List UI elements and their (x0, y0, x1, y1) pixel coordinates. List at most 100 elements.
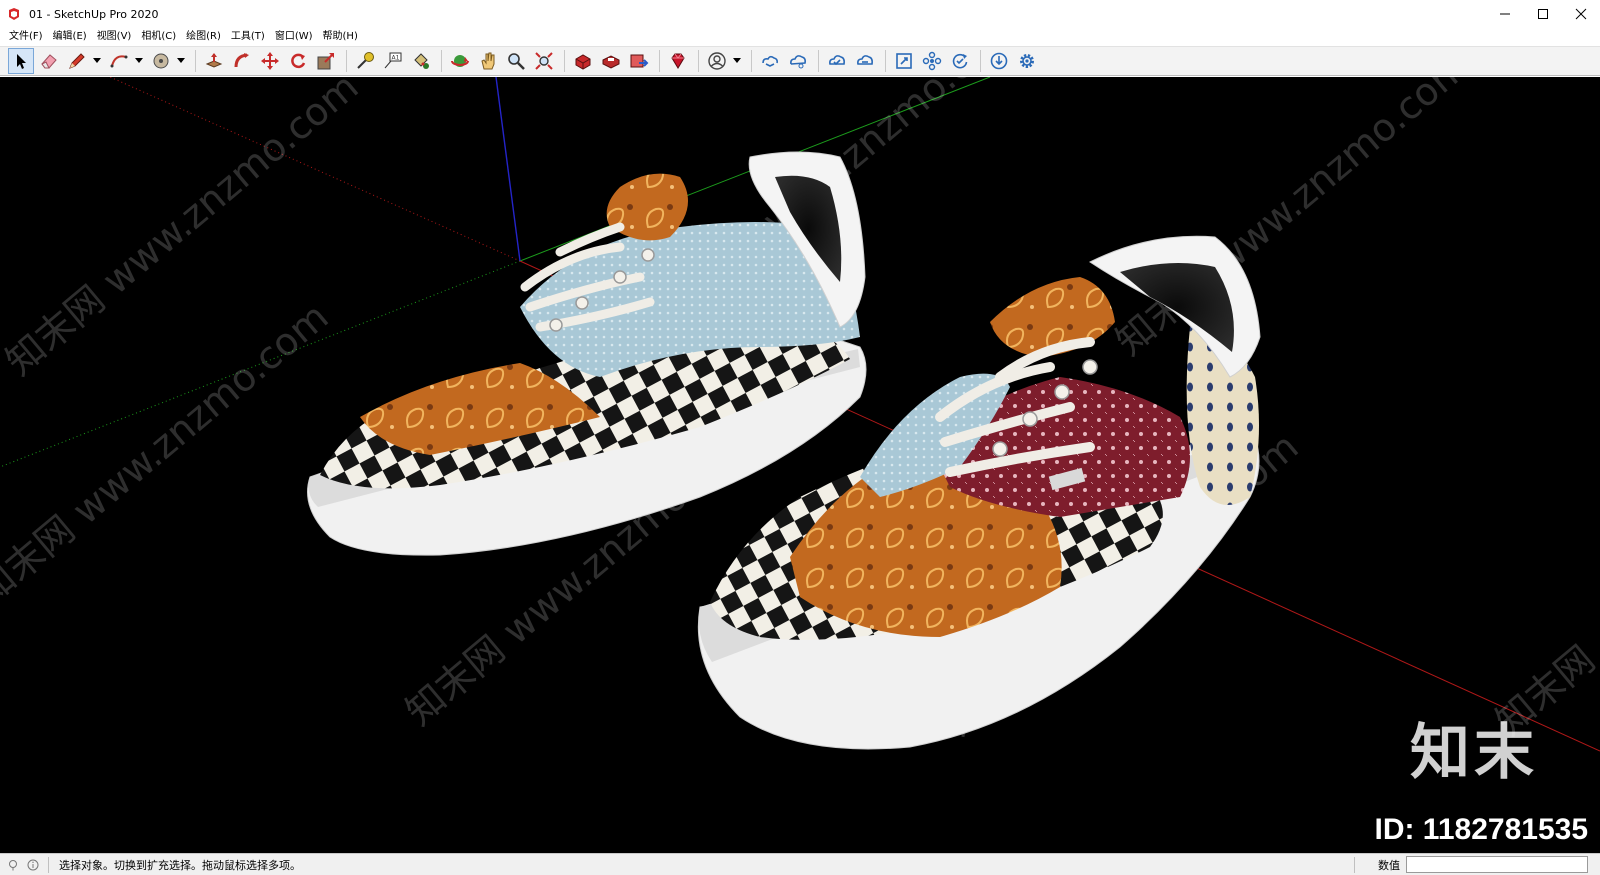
menu-edit[interactable]: 编辑(E) (48, 28, 92, 46)
import-button[interactable] (986, 48, 1012, 74)
status-bar: 选择对象。切换到扩充选择。拖动鼠标选择多项。 数值 (0, 853, 1600, 875)
eraser-tool-button[interactable] (36, 48, 62, 74)
arc-tool-dropdown[interactable] (134, 48, 144, 74)
window-title: 01 - SketchUp Pro 2020 (29, 7, 159, 21)
paint-bucket-icon (414, 53, 429, 69)
menu-view[interactable]: 视图(V) (92, 28, 137, 46)
toolbar-divider (698, 50, 699, 72)
zoom-extents-tool-button[interactable] (531, 48, 557, 74)
pencil-line-icon (69, 53, 85, 69)
main-toolbar: A1 (0, 46, 1600, 76)
rotate-icon (291, 53, 306, 69)
pan-hand-icon (481, 52, 495, 70)
model-viewport[interactable]: 知末网 www.znzmo.com 知末网 www.znzmo.com 知末网 … (0, 77, 1600, 853)
chevron-down-icon (177, 58, 185, 63)
3d-warehouse-icon (575, 54, 591, 70)
pan-tool-button[interactable] (475, 48, 501, 74)
frame-button[interactable] (891, 48, 917, 74)
arc-tool-button[interactable] (106, 48, 132, 74)
zoom-icon (508, 53, 525, 70)
move-tool-button[interactable] (257, 48, 283, 74)
rotate-tool-button[interactable] (285, 48, 311, 74)
toolbar-divider (818, 50, 819, 72)
settings-gear-icon (1020, 54, 1034, 68)
measurements-input[interactable] (1406, 856, 1588, 873)
line-tool-button[interactable] (64, 48, 90, 74)
close-icon (1575, 8, 1587, 20)
cloud-share-button[interactable] (785, 48, 811, 74)
account-button[interactable] (704, 48, 730, 74)
extension-warehouse-button[interactable] (598, 48, 624, 74)
components-button[interactable] (919, 48, 945, 74)
menu-window[interactable]: 窗口(W) (270, 28, 318, 46)
refresh-button[interactable] (947, 48, 973, 74)
toolbar-divider (346, 50, 347, 72)
line-tool-dropdown[interactable] (92, 48, 102, 74)
ruby-console-button[interactable] (665, 48, 691, 74)
menu-help[interactable]: 帮助(H) (318, 28, 363, 46)
info-icon (27, 859, 39, 870)
cloud-download-icon (857, 55, 873, 65)
select-tool-button[interactable] (8, 48, 34, 74)
cloud-upload-button[interactable] (824, 48, 850, 74)
credits-status[interactable] (26, 858, 40, 872)
shape-tool-button[interactable] (148, 48, 174, 74)
chevron-down-icon (135, 58, 143, 63)
toolbar-divider (195, 50, 196, 72)
menu-draw[interactable]: 绘图(R) (181, 28, 226, 46)
cloud-share-icon (790, 55, 806, 69)
text-label-icon: A1 (384, 52, 402, 69)
menu-file[interactable]: 文件(F) (4, 28, 48, 46)
shape-tool-dropdown[interactable] (176, 48, 186, 74)
toolbar-divider (659, 50, 660, 72)
components-icon (922, 51, 942, 71)
chevron-down-icon (93, 58, 101, 63)
menu-camera[interactable]: 相机(C) (136, 28, 181, 46)
status-divider (48, 856, 49, 873)
paint-bucket-tool-button[interactable] (408, 48, 434, 74)
move-icon (261, 52, 279, 70)
push-pull-tool-button[interactable] (201, 48, 227, 74)
ruby-console-icon (671, 53, 685, 69)
menu-tools[interactable]: 工具(T) (226, 28, 270, 46)
select-arrow-icon (17, 54, 26, 69)
scale-icon (317, 53, 334, 70)
minimize-icon (1500, 13, 1510, 15)
account-icon (708, 52, 726, 70)
geo-location-status[interactable] (6, 858, 20, 872)
status-hint: 选择对象。切换到扩充选择。拖动鼠标选择多项。 (59, 858, 301, 872)
blue-axis (495, 77, 521, 262)
left-shoe-model[interactable] (307, 151, 867, 556)
settings-button[interactable] (1014, 48, 1040, 74)
layout-send-icon (630, 54, 649, 68)
arc-icon (110, 55, 128, 68)
title-bar: 01 - SketchUp Pro 2020 (0, 0, 1600, 28)
extension-warehouse-icon (602, 55, 620, 69)
zoom-tool-button[interactable] (503, 48, 529, 74)
cloud-sync-button[interactable] (757, 48, 783, 74)
toolbar-divider (441, 50, 442, 72)
cloud-upload-icon (829, 55, 845, 66)
measurements-label: 数值 (1378, 859, 1400, 872)
zoom-extents-icon (535, 52, 553, 70)
push-pull-icon (205, 53, 223, 68)
cloud-sync-icon (762, 55, 778, 67)
follow-me-tool-button[interactable] (229, 48, 255, 74)
toolbar-divider (564, 50, 565, 72)
tape-measure-tool-button[interactable] (352, 48, 378, 74)
import-icon (990, 52, 1008, 70)
minimize-button[interactable] (1486, 0, 1524, 28)
circle-icon (153, 53, 169, 69)
3d-warehouse-button[interactable] (570, 48, 596, 74)
close-button[interactable] (1562, 0, 1600, 28)
frame-icon (896, 53, 912, 69)
watermark-brand: 知末 (1410, 718, 1538, 788)
maximize-button[interactable] (1524, 0, 1562, 28)
text-tool-button[interactable]: A1 (380, 48, 406, 74)
account-dropdown[interactable] (732, 48, 742, 74)
cloud-download-button[interactable] (852, 48, 878, 74)
orbit-tool-button[interactable] (447, 48, 473, 74)
refresh-icon (952, 53, 968, 69)
send-to-layout-button[interactable] (626, 48, 652, 74)
scale-tool-button[interactable] (313, 48, 339, 74)
